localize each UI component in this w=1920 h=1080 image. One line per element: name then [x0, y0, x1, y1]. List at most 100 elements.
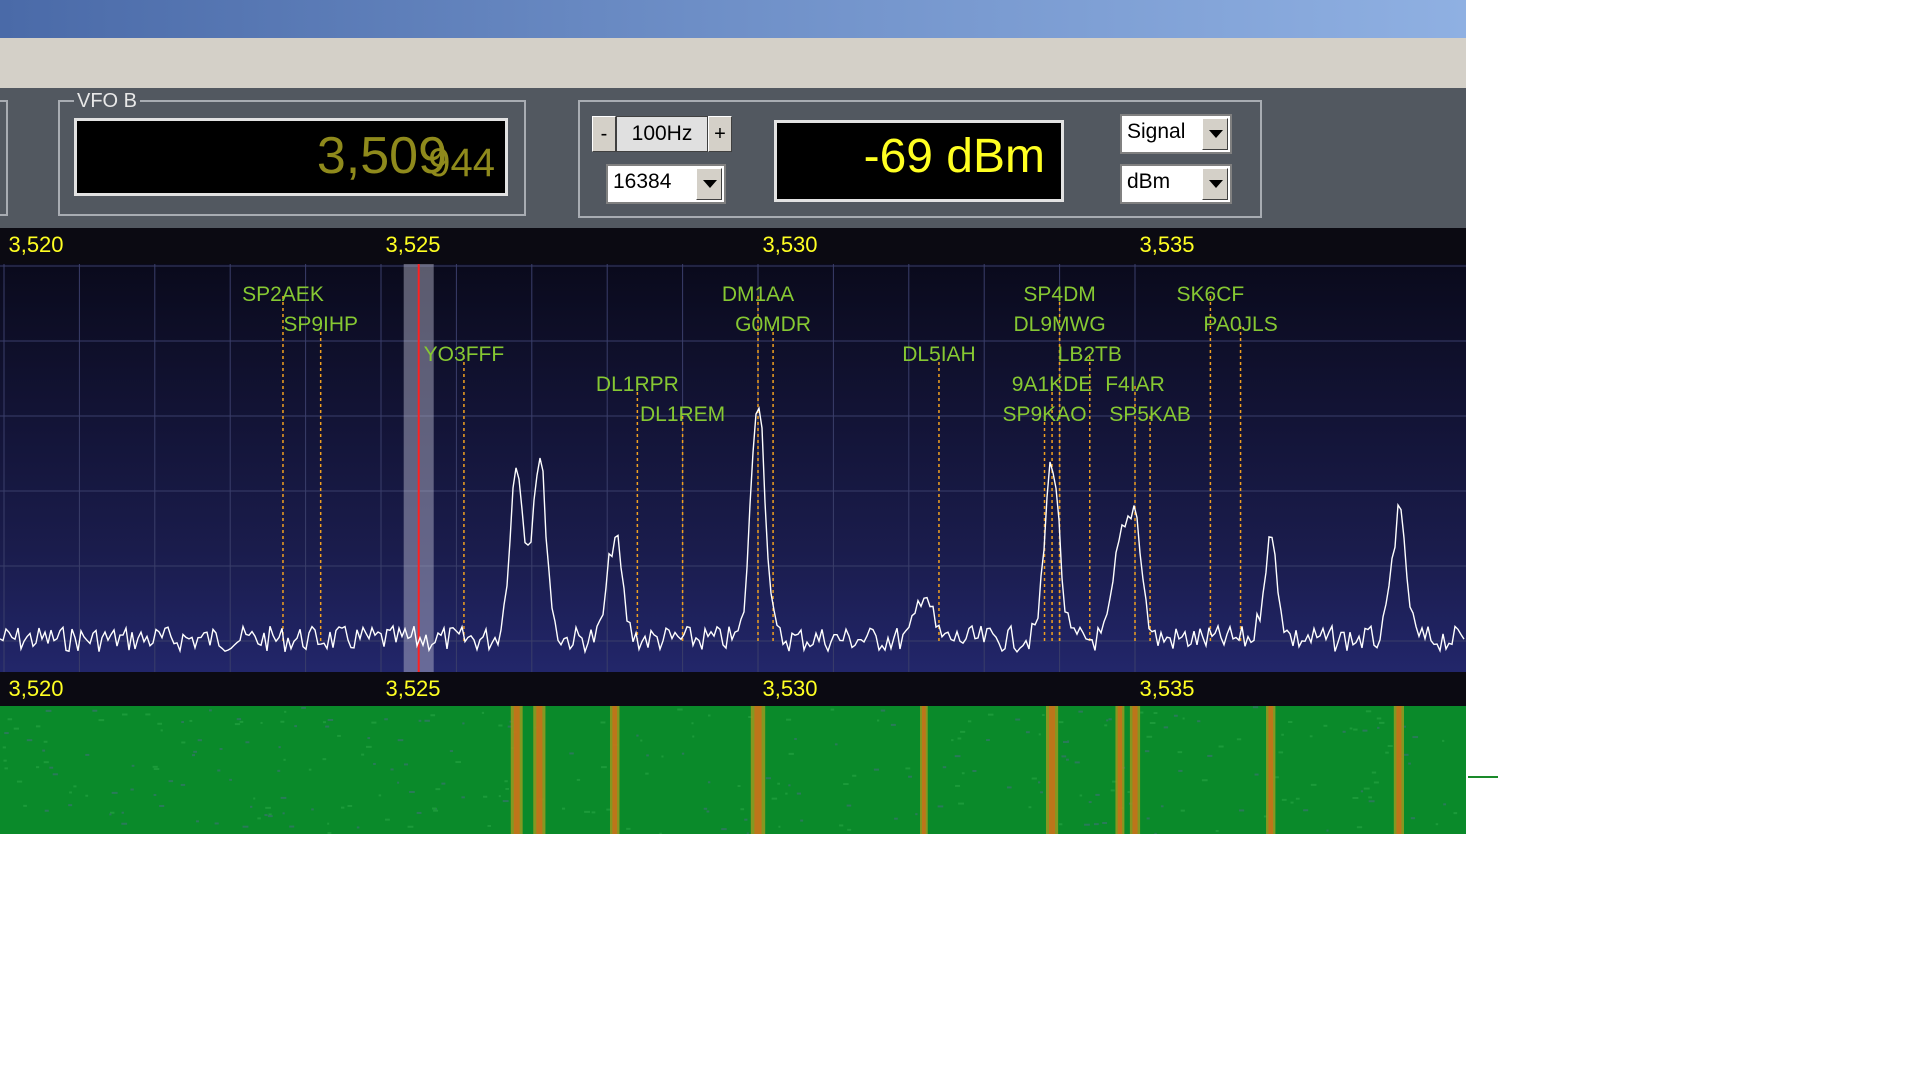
waterfall-noise: [43, 740, 48, 743]
waterfall-noise: [361, 753, 365, 756]
scale-label: 3,530: [762, 232, 818, 257]
fft-size-select[interactable]: 16384: [606, 164, 726, 204]
step-plus-button[interactable]: +: [708, 116, 732, 152]
waterfall-noise: [294, 725, 297, 728]
waterfall-noise: [42, 749, 46, 752]
waterfall-noise: [1353, 728, 1358, 731]
vfo-b-display[interactable]: 3,509 944: [74, 118, 508, 196]
scale-label: 3,520: [8, 676, 64, 701]
waterfall-noise: [229, 778, 232, 781]
spot-callsign: SP4DM: [1023, 283, 1095, 306]
waterfall-noise: [1154, 832, 1157, 834]
signal-level-display: -69 dBm: [774, 120, 1064, 202]
waterfall-noise: [121, 822, 128, 825]
waterfall-noise: [160, 729, 163, 732]
waterfall-noise: [1349, 727, 1353, 730]
waterfall-noise: [681, 752, 685, 755]
waterfall-noise: [257, 817, 261, 820]
waterfall-noise: [441, 782, 446, 785]
waterfall-noise: [498, 724, 503, 727]
waterfall-noise: [502, 800, 509, 803]
waterfall-noise: [1146, 817, 1150, 820]
meter-unit-select[interactable]: dBm: [1120, 164, 1232, 204]
waterfall-noise: [1303, 809, 1309, 812]
waterfall-noise: [189, 719, 193, 722]
spot-callsign: PA0JLS: [1203, 313, 1277, 336]
waterfall-noise: [1236, 738, 1242, 741]
waterfall-trace-core: [1396, 706, 1402, 834]
waterfall-noise: [834, 743, 838, 746]
spectrum-display[interactable]: SP2AEK SP9IHP YO3FFF DL1RPR DL1REM DM1AA G0MDR…: [0, 264, 1466, 672]
waterfall-noise: [130, 788, 134, 791]
meter-unit-value: dBm: [1127, 170, 1171, 193]
step-value: 100Hz: [616, 116, 708, 152]
waterfall-frequency-scale: 3,520 3,525 3,530 3,535: [0, 672, 1466, 706]
waterfall-noise: [1079, 794, 1083, 797]
waterfall-noise: [337, 734, 341, 737]
waterfall-noise: [1201, 779, 1208, 782]
chevron-down-icon[interactable]: [1202, 168, 1228, 200]
meter-mode-select[interactable]: Signal: [1120, 114, 1232, 154]
waterfall-noise: [98, 719, 105, 722]
waterfall-noise: [1368, 796, 1372, 799]
waterfall-noise: [219, 747, 223, 750]
scale-label: 3,535: [1139, 676, 1195, 701]
chevron-down-icon[interactable]: [1202, 118, 1228, 150]
waterfall-noise: [707, 714, 711, 717]
step-minus-button[interactable]: -: [592, 116, 616, 152]
waterfall-display[interactable]: [0, 706, 1466, 834]
waterfall-noise: [280, 796, 287, 799]
waterfall-noise: [347, 804, 353, 807]
waterfall-noise: [852, 774, 857, 777]
waterfall-noise: [35, 766, 40, 769]
waterfall-noise: [1385, 751, 1389, 754]
waterfall-noise: [390, 768, 394, 771]
waterfall-noise: [455, 761, 461, 764]
waterfall-noise: [942, 766, 947, 769]
chevron-down-icon[interactable]: [696, 168, 722, 200]
waterfall-noise: [1326, 829, 1329, 832]
waterfall-noise: [1453, 812, 1458, 815]
waterfall-noise: [267, 815, 273, 818]
waterfall-noise: [1342, 730, 1346, 733]
waterfall-noise: [1442, 739, 1445, 742]
waterfall-noise: [876, 719, 880, 722]
waterfall-noise: [1108, 718, 1112, 721]
waterfall-noise: [1149, 722, 1156, 725]
waterfall-noise: [327, 718, 334, 721]
waterfall-noise: [1178, 769, 1183, 772]
waterfall-noise: [645, 772, 649, 775]
waterfall-noise: [1182, 717, 1185, 720]
waterfall-noise: [277, 769, 281, 772]
waterfall-noise: [1443, 803, 1447, 806]
waterfall-noise: [131, 764, 135, 767]
waterfall-noise: [703, 807, 708, 810]
waterfall-noise: [1435, 823, 1439, 826]
waterfall-noise: [325, 725, 330, 728]
waterfall-noise: [986, 739, 990, 742]
signal-level-value: -69 dBm: [863, 130, 1045, 183]
waterfall-noise: [1363, 787, 1370, 790]
waterfall-noise: [430, 714, 436, 717]
waterfall-noise: [640, 739, 643, 742]
waterfall-noise: [356, 826, 360, 829]
waterfall-noise: [280, 720, 285, 723]
waterfall-noise: [1254, 773, 1259, 776]
waterfall-noise: [327, 832, 332, 834]
waterfall-noise: [1408, 762, 1411, 765]
waterfall-noise: [561, 807, 566, 810]
waterfall-noise: [284, 710, 287, 713]
waterfall-noise: [1323, 724, 1328, 727]
spot-callsign: DL1RPR: [596, 373, 679, 396]
waterfall-noise: [1153, 712, 1158, 715]
waterfall-noise: [1146, 735, 1153, 738]
waterfall-noise: [121, 713, 128, 716]
spot-callsign: DL1REM: [640, 403, 725, 426]
waterfall-noise: [1078, 710, 1083, 713]
waterfall-noise: [954, 755, 961, 758]
waterfall-noise: [217, 769, 221, 772]
waterfall-noise: [92, 709, 98, 712]
waterfall-noise: [311, 808, 314, 811]
waterfall-trace-core: [536, 706, 543, 834]
control-panel: VFO B 3,509 944 - 100Hz + 16384 -69 dBm …: [0, 88, 1466, 228]
